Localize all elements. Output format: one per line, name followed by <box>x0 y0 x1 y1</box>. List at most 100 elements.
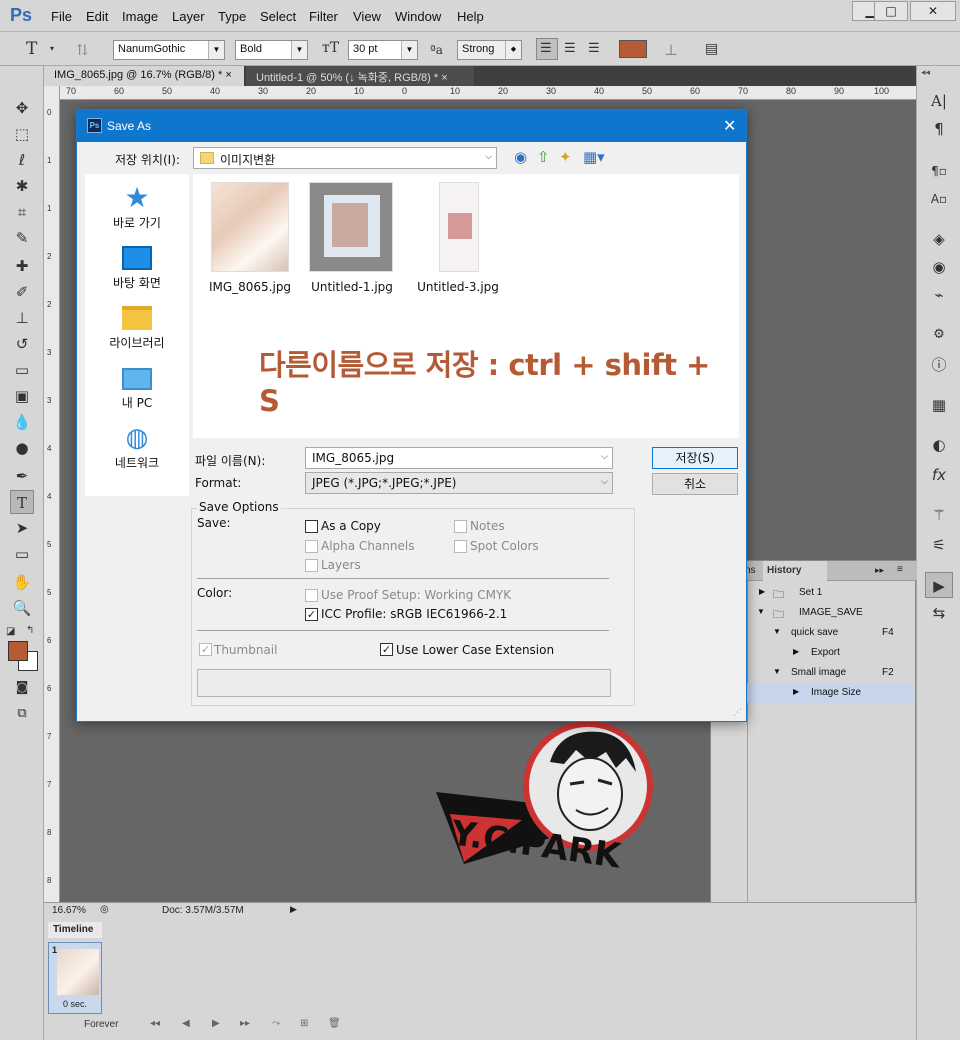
tween-icon[interactable]: ⤳ <box>272 1018 280 1029</box>
as-copy-checkbox[interactable] <box>305 520 318 533</box>
icc-profile-checkbox[interactable]: ✓ <box>305 608 318 621</box>
tab-history[interactable]: History <box>763 561 827 581</box>
brush-tool-icon[interactable]: ✐ <box>10 280 34 304</box>
marquee-tool-icon[interactable]: ⬚ <box>10 122 34 146</box>
new-folder-icon[interactable]: ✦ <box>559 148 572 166</box>
blur-tool-icon[interactable]: 💧 <box>10 410 34 434</box>
info-panel-icon[interactable]: ⓘ <box>925 352 953 378</box>
timeline-tab[interactable]: Timeline <box>48 922 102 938</box>
move-tool-icon[interactable]: ✥ <box>10 96 34 120</box>
tab-untitled-1[interactable]: Untitled-1 @ 50% (↓ 녹화중, RGB/8) * × <box>246 66 474 86</box>
text-orientation-icon[interactable]: ⇅ <box>76 41 89 59</box>
path-select-tool-icon[interactable]: ➤ <box>10 516 34 540</box>
font-style-select[interactable]: Bold ▼ <box>235 40 308 60</box>
notes-checkbox[interactable] <box>454 520 467 533</box>
tab-img-8065[interactable]: IMG_8065.jpg @ 16.7% (RGB/8) * × <box>44 66 244 86</box>
back-icon[interactable]: ◉ <box>514 148 527 166</box>
close-tab-icon[interactable]: × <box>225 69 231 81</box>
properties-panel-icon[interactable]: ⚙ <box>925 322 953 348</box>
next-frame-icon[interactable]: ▸▸ <box>240 1018 250 1029</box>
quick-mask-icon[interactable]: ◙ <box>10 676 34 700</box>
brush-panel-icon[interactable]: ⚚ <box>925 502 953 528</box>
layers-panel-icon[interactable]: ◈ <box>925 226 953 252</box>
tool-preset-arrow-icon[interactable]: ▾ <box>50 44 54 53</box>
nav-quick-access[interactable]: ★ 바로 가기 <box>85 182 189 231</box>
default-colors-icon[interactable]: ◪ <box>6 626 15 637</box>
animation-frame[interactable]: 1 0 sec. <box>48 942 102 1014</box>
frame-delay[interactable]: 0 sec. <box>63 999 87 1009</box>
character-styles-icon[interactable]: A▫ <box>925 186 953 212</box>
crop-tool-icon[interactable]: ⌗ <box>10 200 34 224</box>
swap-colors-icon[interactable]: ↰ <box>26 625 34 636</box>
maximize-button[interactable]: □ <box>874 1 908 21</box>
play-animation-icon[interactable]: ▶ <box>212 1018 220 1029</box>
zoom-tool-icon[interactable]: 🔍 <box>10 596 34 620</box>
alpha-channels-checkbox[interactable] <box>305 540 318 553</box>
menu-window[interactable]: Window <box>395 9 441 24</box>
clone-stamp-tool-icon[interactable]: ⊥ <box>10 306 34 330</box>
menu-image[interactable]: Image <box>122 9 158 24</box>
close-tab-icon[interactable]: × <box>441 72 447 84</box>
menu-view[interactable]: View <box>353 9 381 24</box>
menu-type[interactable]: Type <box>218 9 246 24</box>
screen-mode-icon[interactable]: ⧉ <box>10 702 34 726</box>
foreground-color-swatch[interactable] <box>8 641 28 661</box>
character-panel-icon[interactable]: ▤ <box>705 41 718 57</box>
up-folder-icon[interactable]: ⇧ <box>537 148 550 166</box>
healing-brush-tool-icon[interactable]: ✚ <box>10 254 34 278</box>
history-row-selected[interactable]: ▶ Image Size <box>747 683 913 703</box>
menu-layer[interactable]: Layer <box>172 9 205 24</box>
panel-menu-icon[interactable]: ≡ <box>897 564 903 575</box>
lowercase-extension-checkbox[interactable]: ✓ <box>380 643 393 656</box>
resize-grip-icon[interactable]: ⋰ <box>733 708 742 718</box>
tool-presets-icon[interactable]: ⚟ <box>925 532 953 558</box>
text-color-swatch[interactable] <box>619 40 647 58</box>
channels-panel-icon[interactable]: ◉ <box>925 254 953 280</box>
layers-checkbox[interactable] <box>305 559 318 572</box>
nav-desktop[interactable]: 바탕 화면 <box>85 242 189 291</box>
cancel-button[interactable]: 취소 <box>652 473 738 495</box>
menu-edit[interactable]: Edit <box>86 9 108 24</box>
history-row[interactable]: ▶ Export <box>747 643 913 663</box>
pen-tool-icon[interactable]: ✒ <box>10 464 34 488</box>
menu-filter[interactable]: Filter <box>309 9 338 24</box>
zoom-level[interactable]: 16.67% <box>52 905 86 916</box>
save-in-select[interactable]: 이미지변환 ⌵ <box>193 147 497 169</box>
font-family-select[interactable]: NanumGothic ▼ <box>113 40 225 60</box>
save-button[interactable]: 저장(S) <box>652 447 738 469</box>
filename-input[interactable]: IMG_8065.jpg ⌵ <box>305 447 613 469</box>
dodge-tool-icon[interactable]: ● <box>10 436 34 460</box>
adjustments-panel-icon[interactable]: ◐ <box>925 432 953 458</box>
loop-select[interactable]: Forever <box>84 1019 118 1030</box>
view-menu-icon[interactable]: ▦▾ <box>583 148 605 166</box>
history-row[interactable]: ▼ 🗀 IMAGE_SAVE <box>747 603 913 623</box>
quick-select-tool-icon[interactable]: ✱ <box>10 174 34 198</box>
nav-libraries[interactable]: 라이브러리 <box>85 302 189 351</box>
lasso-tool-icon[interactable]: ℓ <box>10 148 34 172</box>
thumbnail-checkbox[interactable]: ✓ <box>199 643 212 656</box>
align-right-button[interactable]: ☰ <box>588 41 600 56</box>
prev-frame-icon[interactable]: ◀ <box>182 1018 190 1029</box>
type-tool-icon[interactable]: T <box>10 490 34 514</box>
paragraph-styles-icon[interactable]: ¶▫ <box>925 158 953 184</box>
menu-help[interactable]: Help <box>457 9 484 24</box>
actions-panel-icon[interactable]: ▶ <box>925 572 953 598</box>
history-row[interactable]: ▶ 🗀 Set 1 <box>747 583 913 603</box>
close-window-button[interactable]: ✕ <box>910 1 956 21</box>
eraser-tool-icon[interactable]: ▭ <box>10 358 34 382</box>
history-row[interactable]: ▼ quick save F4 <box>747 623 913 643</box>
menu-file[interactable]: File <box>51 9 72 24</box>
paths-panel-icon[interactable]: ⌁ <box>925 282 953 308</box>
use-proof-checkbox[interactable] <box>305 589 318 602</box>
first-frame-icon[interactable]: ◂◂ <box>150 1018 160 1029</box>
close-icon[interactable]: ✕ <box>723 116 736 135</box>
expand-panel-icon[interactable]: ▸▸ <box>875 565 884 576</box>
file-list[interactable]: IMG_8065.jpg Untitled-1.jpg Untitled-3.j… <box>193 174 739 438</box>
swatches-panel-icon[interactable]: ▦ <box>925 392 953 418</box>
align-center-button[interactable]: ☰ <box>564 41 576 56</box>
duplicate-frame-icon[interactable]: ⊞ <box>300 1018 308 1029</box>
history-panel-icon[interactable]: ⇆ <box>925 600 953 626</box>
character-panel-icon[interactable]: A| <box>925 88 953 114</box>
font-size-select[interactable]: 30 pt ▼ <box>348 40 418 60</box>
collapse-dock-icon[interactable]: ◂◂ <box>921 68 930 78</box>
